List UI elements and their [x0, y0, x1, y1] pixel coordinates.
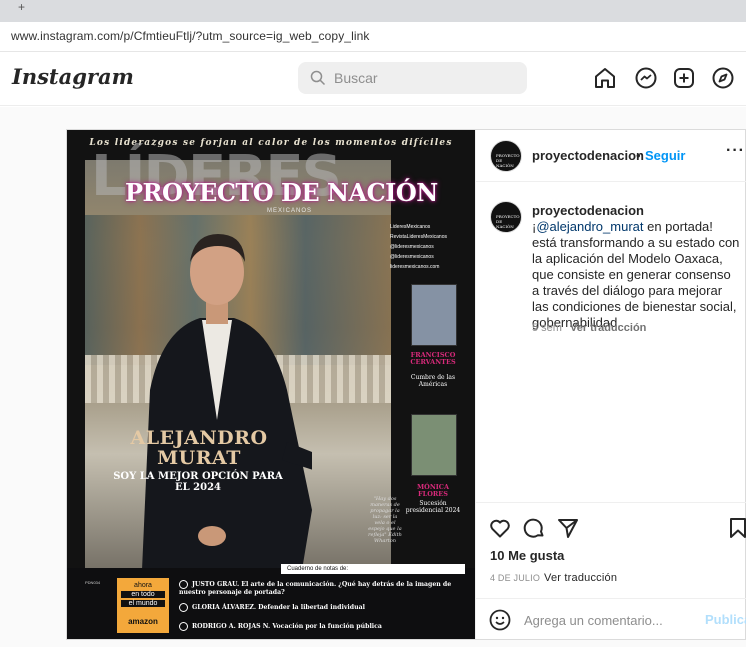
new-tab-button[interactable]: + — [18, 0, 25, 14]
cover-side-photo — [411, 284, 457, 346]
post-side-panel: PROYECTO DE NACIÓN proyectodenacion • Se… — [475, 130, 746, 639]
save-bookmark-icon[interactable] — [726, 516, 746, 540]
more-options-icon[interactable]: ··· — [726, 142, 745, 160]
post-card: Los liderazgos se forjan al calor de los… — [66, 129, 746, 640]
cover-notes-label: Cuaderno de notas de: — [281, 564, 465, 574]
post-image[interactable]: Los liderazgos se forjan al calor de los… — [67, 130, 475, 639]
caption-mention-link[interactable]: @alejandro_murat — [536, 219, 643, 234]
cover-headline: ALEJANDRO MURAT — [130, 427, 268, 469]
publish-button[interactable]: Publicar — [705, 612, 746, 627]
cover-quote: "Hay dos maneras de propagar la luz: ser… — [368, 496, 402, 544]
toc-circle-icon — [179, 580, 188, 589]
caption-translate-link[interactable]: Ver traducción — [570, 322, 646, 334]
cover-toc-item: RODRIGO A. ROJAS N. Vocación por la func… — [179, 622, 469, 631]
toc-text: RODRIGO A. ROJAS N. Vocación por la func… — [192, 623, 382, 630]
post-date-text: 4 DE JULIO — [490, 573, 541, 583]
cover-toc-item: JUSTO GRAU. El arte de la comunicación. … — [179, 580, 469, 596]
like-heart-icon[interactable] — [488, 516, 512, 540]
amazon-text: ahora — [134, 582, 152, 589]
explore-icon[interactable] — [711, 66, 735, 90]
cover-social-item: @lideresmexicanos — [390, 244, 434, 250]
comment-input[interactable] — [524, 609, 694, 631]
search-icon — [310, 70, 326, 86]
messenger-icon[interactable] — [634, 66, 658, 90]
comment-icon[interactable] — [522, 516, 546, 540]
author-username[interactable]: proyectodenacion — [532, 148, 644, 163]
toc-circle-icon — [179, 622, 188, 631]
cover-social-list: LideresMexicanos RevistaLideresMexicanos… — [390, 222, 447, 272]
browser-tab-strip: + — [0, 0, 746, 22]
cover-social-item: lideresmexicanos.com — [390, 264, 440, 270]
separator-dot: • — [636, 148, 641, 163]
cover-toc-item: GLORIA ÁLVAREZ. Defender la libertad ind… — [179, 603, 469, 612]
home-icon[interactable] — [593, 66, 617, 90]
cover-social-item: LideresMexicanos — [390, 224, 431, 230]
comment-box: Publicar — [476, 598, 746, 640]
cover-side-name: FRANCISCO CERVANTES — [410, 351, 456, 366]
search-placeholder: Buscar — [334, 70, 378, 86]
caption-avatar[interactable]: PROYECTO DE NACIÓN — [490, 201, 522, 233]
avatar-text: PROYECTO DE NACIÓN — [496, 214, 520, 229]
emoji-icon[interactable] — [488, 608, 512, 632]
cover-amazon-badge: ahora en todo el mundo amazon — [117, 578, 169, 633]
search-box[interactable]: Buscar — [298, 62, 527, 94]
follow-button[interactable]: Seguir — [645, 148, 685, 163]
share-icon[interactable] — [556, 516, 580, 540]
toc-text: JUSTO GRAU. El arte de la comunicación. … — [179, 581, 452, 596]
cover-side-photo — [411, 414, 457, 476]
caption-text: en portada! está transformando a su esta… — [532, 219, 740, 330]
toc-circle-icon — [179, 603, 188, 612]
instagram-logo[interactable]: Instagram — [12, 64, 134, 89]
cover-social-item: RevistaLideresMexicanos — [390, 234, 447, 240]
new-post-icon[interactable] — [672, 66, 696, 90]
cover-issue-code: PDN034 — [85, 580, 101, 585]
cover-side-sub: Sucesión presidencial 2024 — [405, 500, 461, 514]
cover-side-name: MÓNICA FLORES — [416, 483, 450, 498]
post-translate-link[interactable]: Ver traducción — [544, 572, 617, 584]
post-caption: proyectodenacion ¡@alejandro_murat en po… — [532, 203, 740, 331]
post-date: 4 DE JULIO Ver traducción — [490, 572, 617, 584]
caption-username[interactable]: proyectodenacion — [532, 203, 644, 218]
likes-count[interactable]: 10 Me gusta — [490, 548, 564, 563]
author-avatar[interactable]: PROYECTO DE NACIÓN — [490, 140, 522, 172]
caption-meta: 5 sem Ver traducción — [532, 322, 646, 334]
cover-subheadline: SOY LA MEJOR OPCIÓN PARA EL 2024 — [113, 471, 283, 493]
amazon-logo: amazon — [128, 617, 158, 626]
address-bar-url[interactable]: www.instagram.com/p/CfmtieuFtlj/?utm_sou… — [11, 29, 369, 43]
cover-side-sub: Cumbre de las Américas — [410, 374, 456, 388]
amazon-text: el mundo — [121, 600, 165, 607]
caption-age: 5 sem — [532, 322, 562, 334]
address-bar[interactable]: www.instagram.com/p/CfmtieuFtlj/?utm_sou… — [0, 22, 746, 52]
cover-social-item: @lideresmexicanos — [390, 254, 434, 260]
amazon-text: en todo — [121, 591, 165, 598]
cover-brand: PROYECTO DE NACIÓN — [125, 178, 438, 207]
post-header: PROYECTO DE NACIÓN proyectodenacion • Se… — [476, 130, 746, 182]
post-actions: 10 Me gusta 4 DE JULIOVer traducción Pub… — [476, 502, 746, 639]
avatar-text: PROYECTO DE NACIÓN — [496, 153, 520, 168]
toc-text: GLORIA ÁLVAREZ. Defender la libertad ind… — [192, 604, 365, 611]
instagram-header: Instagram Buscar — [0, 52, 746, 106]
cover-portrait — [142, 234, 312, 570]
